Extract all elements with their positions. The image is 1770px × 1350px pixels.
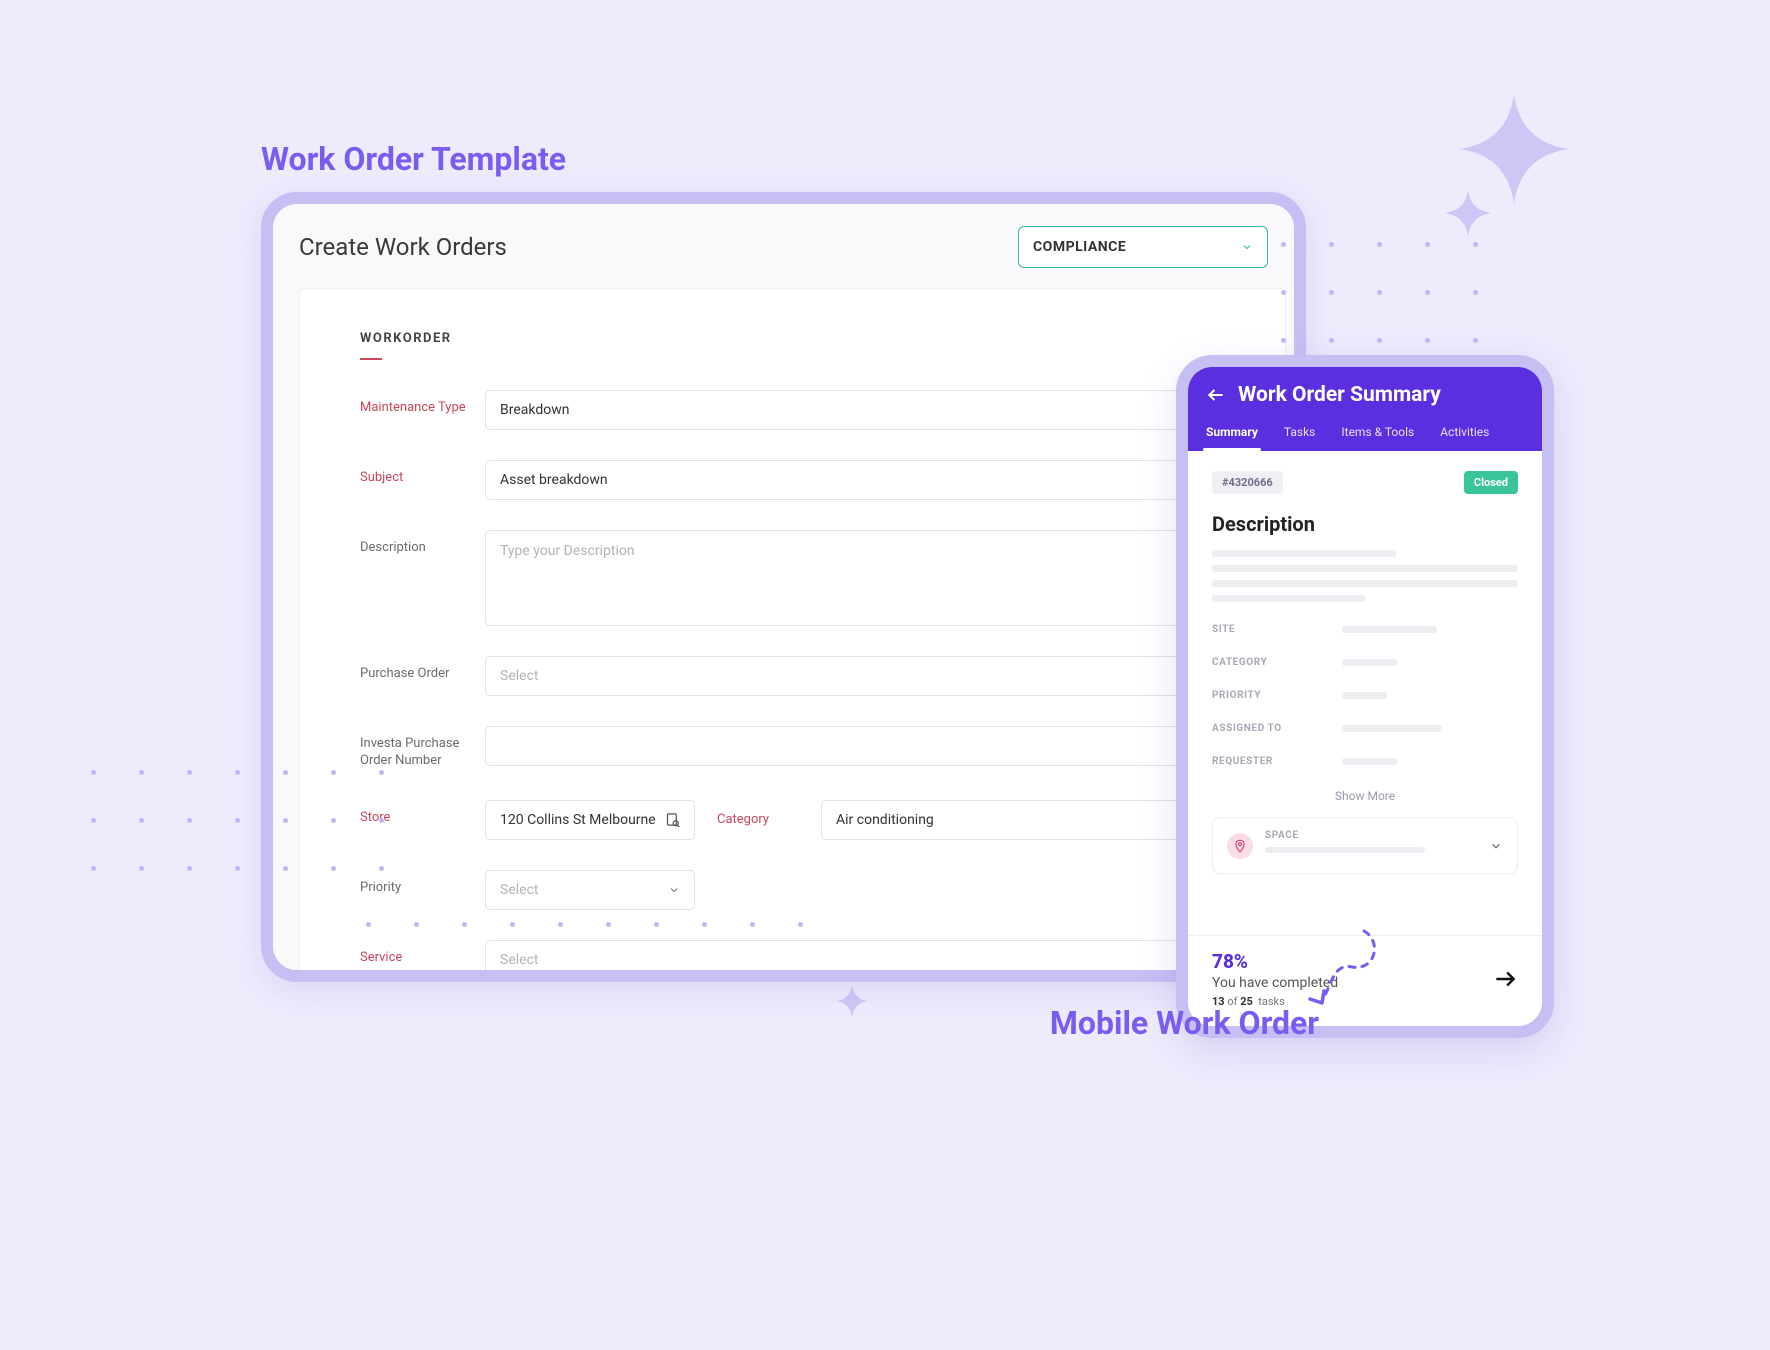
store-value: 120 Collins St Melbourne [500,812,656,828]
space-card[interactable]: SPACE [1212,817,1518,874]
label-purchase-order: Purchase Order [360,656,485,683]
purchase-order-input[interactable]: Select [485,656,1225,696]
skeleton-line [1342,725,1442,732]
skeleton-line [1212,550,1396,557]
label-description: Description [360,530,485,557]
mobile-header: Work Order Summary Summary Tasks Items &… [1188,367,1542,451]
workorder-id-chip: #4320666 [1212,471,1283,494]
kv-site-label: SITE [1212,624,1342,635]
dot-grid [366,922,806,962]
priority-placeholder: Select [500,882,538,898]
pin-icon [1227,833,1253,859]
sparkle-icon [836,985,868,1017]
skeleton-line [1212,595,1365,602]
chevron-down-icon [668,884,680,896]
space-label: SPACE [1265,830,1477,841]
back-icon[interactable] [1206,385,1226,405]
page-title-mobile: Mobile Work Order [1050,1004,1319,1042]
kv-assigned-label: ASSIGNED TO [1212,723,1342,734]
skeleton-line [1342,758,1397,765]
kv-category-label: CATEGORY [1212,657,1342,668]
skeleton-line [1342,626,1437,633]
description-placeholder: Type your Description [500,543,635,559]
kv-priority-label: PRIORITY [1212,690,1342,701]
mobile-title: Work Order Summary [1238,383,1441,407]
form-title: Create Work Orders [299,233,507,261]
tab-summary[interactable]: Summary [1206,425,1258,451]
dot-grid [91,770,411,900]
show-more-button[interactable]: Show More [1212,789,1518,803]
status-badge: Closed [1464,471,1518,494]
skeleton-line [1342,692,1387,699]
tab-workorder[interactable]: WORKORDER [360,331,452,360]
store-input[interactable]: 120 Collins St Melbourne [485,800,695,840]
dot-grid [1281,242,1491,362]
label-subject: Subject [360,460,485,487]
maintenance-type-value: Breakdown [500,402,569,418]
lookup-icon [665,812,680,827]
skeleton-line [1212,580,1518,587]
type-select-value: COMPLIANCE [1033,239,1126,255]
sparkle-icon [1445,190,1491,236]
investa-po-input[interactable] [485,726,1225,766]
label-category: Category [717,812,799,827]
category-select[interactable]: Air conditioning [821,800,1225,840]
skeleton-line [1265,847,1425,853]
desktop-card: Create Work Orders COMPLIANCE WORKORDER … [261,192,1306,982]
chevron-down-icon [1241,241,1253,253]
tab-items-tools[interactable]: Items & Tools [1341,425,1414,451]
page-title-template: Work Order Template [261,140,566,178]
sparkle-icon [1459,94,1569,204]
category-value: Air conditioning [836,812,934,828]
tab-tasks[interactable]: Tasks [1284,425,1316,451]
priority-select[interactable]: Select [485,870,695,910]
tab-activities[interactable]: Activities [1440,425,1489,451]
form-panel: WORKORDER Maintenance Type Breakdown Sub… [299,288,1286,982]
label-investa-po: Investa Purchase Order Number [360,726,485,770]
description-heading: Description [1212,512,1518,536]
chevron-down-icon [1489,839,1503,853]
label-maintenance-type: Maintenance Type [360,390,485,417]
arrow-right-icon[interactable] [1492,966,1518,992]
subject-value: Asset breakdown [500,472,608,488]
kv-requester-label: REQUESTER [1212,756,1342,767]
skeleton-line [1212,565,1518,572]
description-textarea[interactable]: Type your Description [485,530,1225,626]
purchase-order-placeholder: Select [500,668,538,684]
skeleton-line [1342,659,1397,666]
type-select[interactable]: COMPLIANCE [1018,226,1268,268]
subject-input[interactable]: Asset breakdown [485,460,1225,500]
maintenance-type-select[interactable]: Breakdown [485,390,1225,430]
